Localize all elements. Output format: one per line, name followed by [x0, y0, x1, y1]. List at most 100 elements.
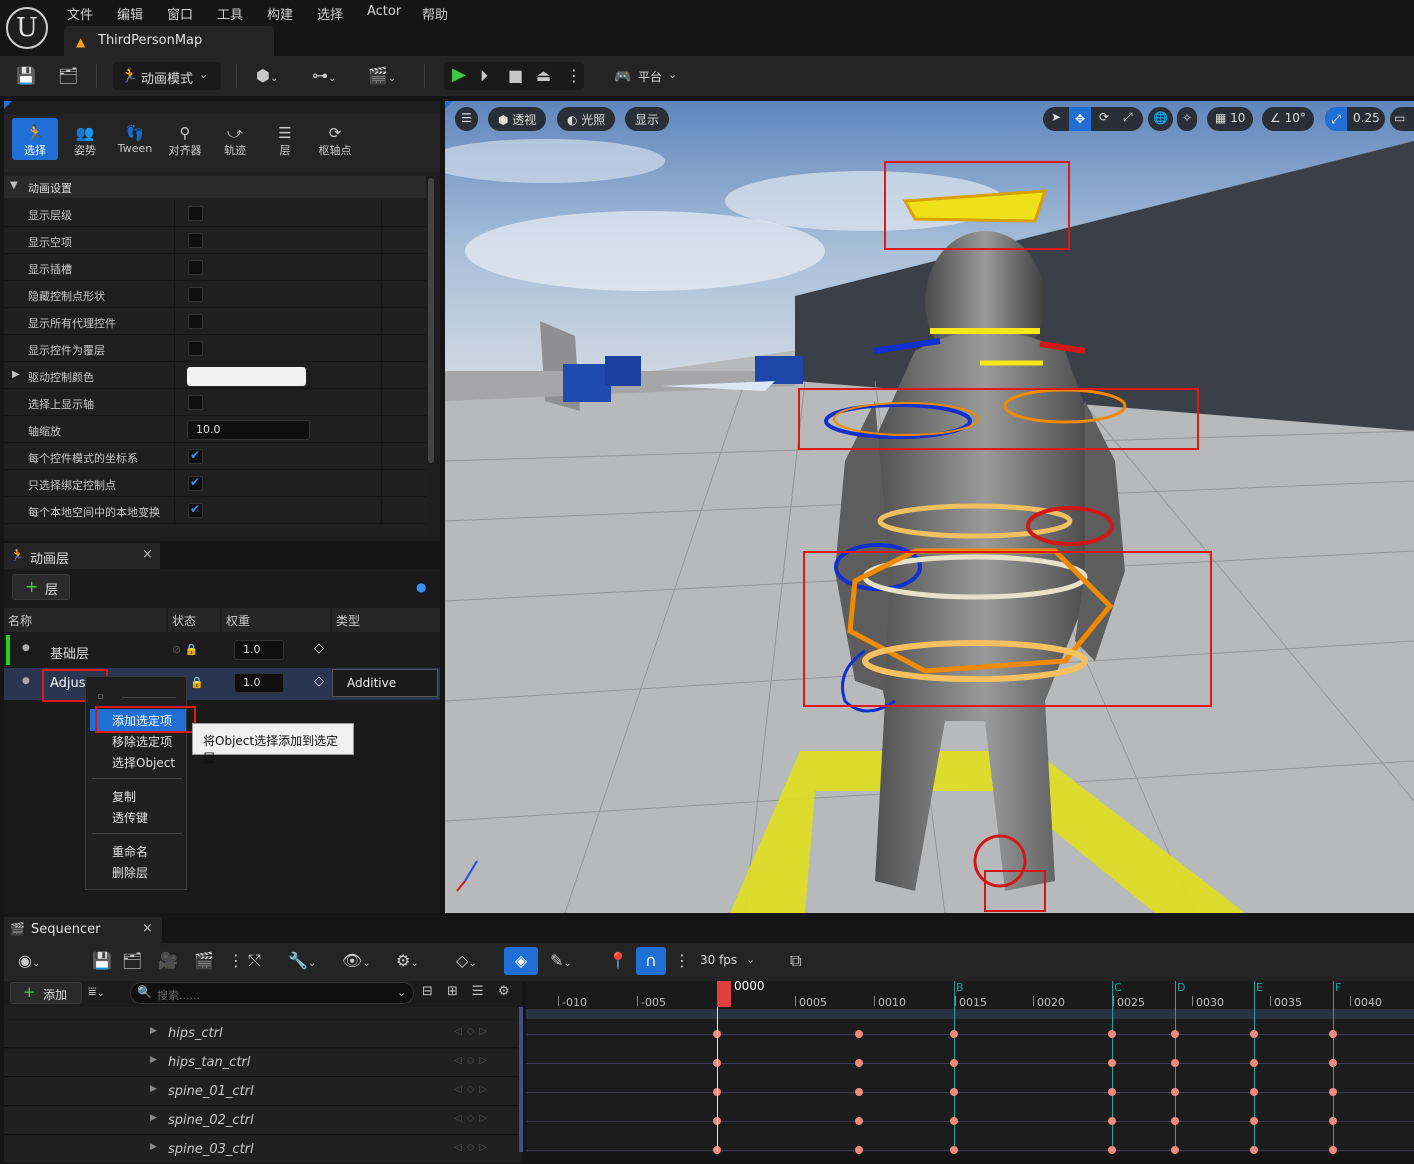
keyframe[interactable] [950, 1117, 958, 1125]
color-swatch[interactable] [187, 367, 306, 386]
chevron-right-icon[interactable]: ▶ [150, 1084, 157, 1094]
grid-snap-button[interactable]: ▦ 10 [1207, 107, 1254, 131]
mode-tween[interactable]: 👣 Tween [112, 118, 158, 160]
setting-checkbox[interactable] [188, 287, 203, 302]
scale-snap-button[interactable]: ⤢ 0.25 [1325, 107, 1385, 131]
keyframe[interactable] [1171, 1117, 1179, 1125]
keyframe[interactable] [1250, 1117, 1258, 1125]
marker-label[interactable]: C [1114, 981, 1122, 994]
world-local-button[interactable]: 🌐 [1148, 107, 1173, 131]
filter-icon[interactable]: ⩸⌄ [88, 984, 105, 1000]
add-actor-icon[interactable]: ⬢⌄ [256, 66, 278, 89]
world-icon[interactable]: ◉⌄ [18, 951, 40, 974]
keyframe[interactable] [1329, 1146, 1337, 1154]
axis-scale-field[interactable]: 10.0 [187, 420, 310, 440]
cinematics-icon[interactable]: 🎬 [194, 951, 214, 971]
setting-checkbox[interactable] [188, 233, 203, 248]
keyframe[interactable] [855, 1059, 863, 1067]
keyframe[interactable] [950, 1088, 958, 1096]
move-icon[interactable]: ✥ [1069, 107, 1091, 131]
lock-icon[interactable]: ⊘ 🔒 [172, 643, 198, 656]
sequencer-tab[interactable]: 🎬 Sequencer × [4, 917, 162, 943]
keyframe[interactable] [1250, 1030, 1258, 1038]
add-layer-button[interactable]: + 层 [12, 574, 70, 600]
keyframe[interactable] [855, 1088, 863, 1096]
keyframe[interactable] [950, 1146, 958, 1154]
menu-duplicate[interactable]: 复制 [112, 788, 136, 805]
play-icon[interactable]: ▶ [452, 65, 466, 85]
keyframe[interactable] [1329, 1059, 1337, 1067]
auto-key-icon[interactable]: ◈ [504, 947, 538, 975]
close-icon[interactable]: × [142, 921, 153, 936]
keyframe[interactable] [1108, 1088, 1116, 1096]
menu-file[interactable]: 文件 [67, 4, 93, 23]
unreal-logo-icon[interactable]: U [6, 7, 48, 49]
anim-settings-header[interactable]: ▼ 动画设置 [4, 176, 426, 198]
key-nav-icon[interactable]: ◁◇▷ [454, 1026, 492, 1037]
keyframe[interactable] [1329, 1030, 1337, 1038]
mode-pivot[interactable]: ⟳ 枢轴点 [312, 118, 358, 160]
render-icon[interactable]: 🎥 [158, 951, 178, 971]
track-row[interactable]: ▶ spine_01_ctrl ◁◇▷ [4, 1078, 522, 1106]
key-nav-icon[interactable]: ◁◇▷ [454, 1084, 492, 1095]
menu-window[interactable]: 窗口 [167, 4, 193, 23]
menu-help[interactable]: 帮助 [422, 4, 448, 23]
marker-label[interactable]: E [1256, 981, 1263, 994]
keyframe[interactable] [855, 1030, 863, 1038]
mode-selector[interactable]: 🏃 动画模式 ⌄ [113, 62, 221, 90]
layer-type-select[interactable]: Additive [332, 669, 438, 697]
keyframe[interactable] [855, 1146, 863, 1154]
mode-select[interactable]: 🏃 选择 [12, 118, 58, 160]
setting-checkbox[interactable] [188, 448, 203, 464]
mode-trail[interactable]: ⤻ 轨迹 [212, 118, 258, 160]
mode-aligner[interactable]: ⚲ 对齐器 [162, 118, 208, 160]
chevron-right-icon[interactable]: ▶ [150, 1142, 157, 1152]
save-icon[interactable]: 💾 [16, 66, 36, 86]
setting-checkbox[interactable] [188, 260, 203, 275]
search-input[interactable]: 🔍 搜索...... ⌄ [130, 982, 414, 1004]
key-nav-icon[interactable]: ◁◇▷ [454, 1142, 492, 1153]
track-row[interactable]: ▶ spine_02_ctrl ◁◇▷ [4, 1107, 522, 1135]
save-icon[interactable]: 💾 [92, 951, 112, 971]
platform-label[interactable]: 平台 [638, 68, 662, 85]
viewport-menu-button[interactable]: ☰ [455, 107, 478, 131]
snap-magnet-icon[interactable]: ∩ [636, 947, 666, 975]
select-arrow-icon[interactable]: ➤ [1051, 110, 1061, 124]
track-splitter[interactable] [519, 1007, 523, 1152]
curve-editor-icon[interactable]: ⧉ [790, 951, 801, 971]
find-asset-icon[interactable]: 🗂 [122, 951, 142, 971]
marker-label[interactable]: D [1177, 981, 1185, 994]
keyframe[interactable] [950, 1059, 958, 1067]
settings-icon[interactable]: ⚙ [498, 984, 510, 999]
transform-icon[interactable]: ⤲ [248, 951, 261, 971]
layer-options-icon[interactable]: ● [416, 580, 426, 594]
stop-icon[interactable]: ■ [508, 66, 523, 86]
marker-icon[interactable]: 📍 [608, 951, 628, 971]
chevron-right-icon[interactable]: ▶ [12, 369, 20, 380]
key-nav-icon[interactable]: ◁◇▷ [454, 1113, 492, 1124]
chevron-right-icon[interactable]: ▶ [150, 1055, 157, 1065]
layer-weight-field[interactable]: 1.0 [234, 673, 284, 693]
setting-checkbox[interactable] [188, 475, 203, 491]
keyframe[interactable] [1171, 1088, 1179, 1096]
level-tab[interactable]: ▲ ThirdPersonMap [64, 26, 274, 56]
keyframe[interactable] [855, 1117, 863, 1125]
setting-checkbox[interactable] [188, 502, 203, 518]
keyframe[interactable] [1329, 1088, 1337, 1096]
key-nav-icon[interactable]: ◁◇▷ [454, 1055, 492, 1066]
mode-pose[interactable]: 👥 姿势 [62, 118, 108, 160]
eye-icon[interactable]: 👁⌄ [342, 951, 371, 974]
cinematics-icon[interactable]: 🎬⌄ [368, 66, 396, 89]
keyframe[interactable] [1108, 1146, 1116, 1154]
keyframe[interactable] [1250, 1088, 1258, 1096]
marker-label[interactable]: F [1335, 981, 1341, 994]
menu-tools[interactable]: 工具 [217, 4, 243, 23]
keyframe[interactable] [1171, 1030, 1179, 1038]
pen-icon[interactable]: ✎⌄ [550, 951, 572, 974]
column-header-type[interactable]: 类型 [332, 608, 440, 632]
keyframe[interactable] [1171, 1059, 1179, 1067]
close-icon[interactable]: × [142, 547, 153, 562]
track-row[interactable]: ▶ hips_ctrl ◁◇▷ [4, 1020, 522, 1048]
menu-build[interactable]: 构建 [267, 4, 293, 23]
expand-icon[interactable]: ⊞ [447, 984, 458, 999]
